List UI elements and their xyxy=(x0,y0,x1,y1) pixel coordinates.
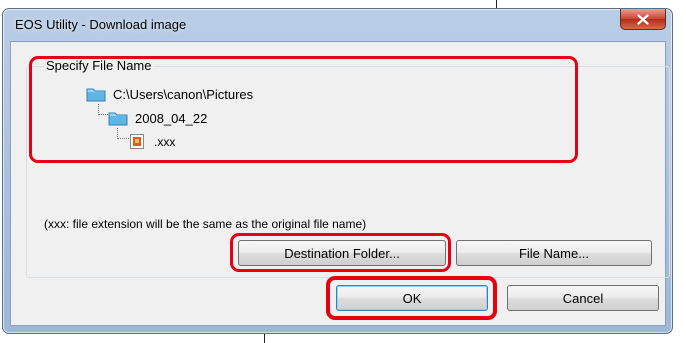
file-name-button[interactable]: File Name... xyxy=(456,240,652,266)
title-bar[interactable]: EOS Utility - Download image xyxy=(3,9,672,41)
cancel-button[interactable]: Cancel xyxy=(507,285,659,311)
destination-folder-highlight-frame xyxy=(230,233,451,272)
file-name-highlight-frame xyxy=(29,56,578,163)
close-icon xyxy=(637,13,649,25)
close-button[interactable] xyxy=(620,9,666,30)
window-title: EOS Utility - Download image xyxy=(15,17,187,32)
ok-button-highlight-frame xyxy=(326,276,497,320)
extension-note: (xxx: file extension will be the same as… xyxy=(44,217,367,231)
